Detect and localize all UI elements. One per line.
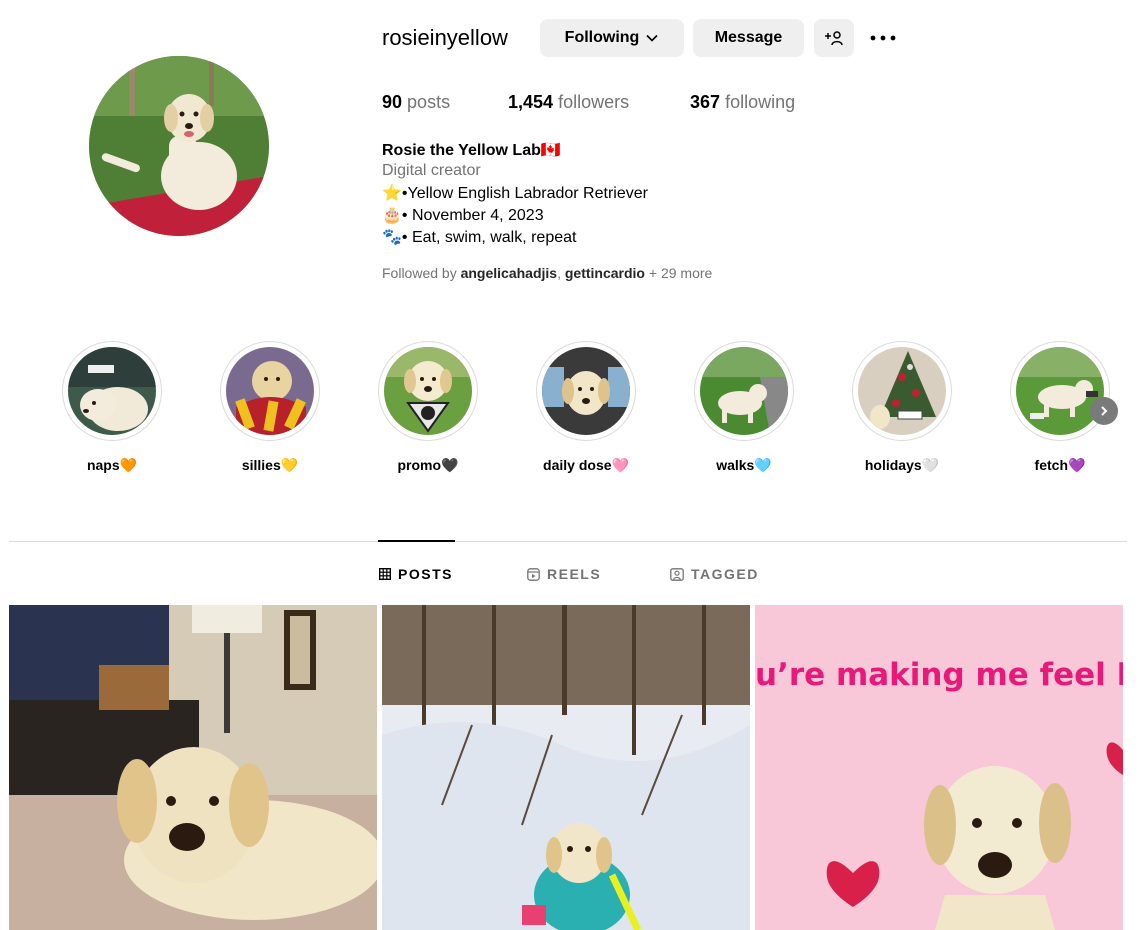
highlight-label: walks🩵 <box>716 457 772 473</box>
highlight-label: daily dose🩷 <box>543 457 629 473</box>
highlight-sillies[interactable]: sillies💛 <box>220 341 320 474</box>
bio-line: ⭐️•Yellow English Labrador Retriever <box>382 185 648 202</box>
post-thumbnail[interactable] <box>9 605 377 930</box>
tab-posts-label: POSTS <box>398 566 453 582</box>
following-button-label: Following <box>564 29 640 46</box>
post-caption-overlay: u’re making me feel Ros <box>755 657 1123 693</box>
posts-count: 90 <box>382 92 403 112</box>
post-image <box>9 605 377 930</box>
following-label: following <box>725 92 796 112</box>
followers-stat[interactable]: 1,454 followers <box>508 92 629 113</box>
highlight-cover <box>1016 347 1104 435</box>
tab-tagged[interactable]: TAGGED <box>670 566 759 582</box>
followed-by-text[interactable]: Followed by angelicahadjis, gettincardio… <box>382 265 712 281</box>
post-image <box>382 605 750 930</box>
post-image <box>755 605 1123 930</box>
highlight-label: fetch💜 <box>1034 457 1086 473</box>
avatar-photo <box>89 56 269 236</box>
highlight-ring <box>1010 341 1110 441</box>
posts-count-stat: 90 posts <box>382 92 450 113</box>
message-button-label: Message <box>714 29 783 46</box>
post-thumbnail[interactable]: u’re making me feel Ros <box>755 605 1123 930</box>
highlight-label: naps🧡 <box>86 457 138 473</box>
highlight-promo[interactable]: promo🖤 <box>378 341 478 474</box>
posts-label: posts <box>407 92 451 112</box>
chevron-right-icon <box>1101 406 1108 416</box>
highlight-cover <box>226 347 314 435</box>
highlight-holidays[interactable]: holidays🤍 <box>852 341 952 474</box>
following-count: 367 <box>690 92 721 112</box>
username: rosieinyellow <box>382 25 508 50</box>
highlight-daily-dose[interactable]: daily dose🩷 <box>536 341 636 474</box>
suggest-users-button[interactable] <box>814 19 854 57</box>
highlight-cover <box>68 347 156 435</box>
highlight-ring <box>378 341 478 441</box>
profile-display-name: Rosie the Yellow Lab🇨🇦 <box>382 142 561 159</box>
chevron-down-icon <box>646 34 658 42</box>
followed-by-separator: , <box>557 265 565 281</box>
profile-category: Digital creator <box>382 162 481 179</box>
more-dots-icon <box>870 35 896 41</box>
highlight-ring <box>536 341 636 441</box>
add-user-icon <box>825 31 843 46</box>
tab-reels-label: REELS <box>547 566 602 582</box>
highlight-cover <box>384 347 472 435</box>
highlight-cover <box>700 347 788 435</box>
highlight-cover <box>858 347 946 435</box>
grid-icon <box>379 568 391 580</box>
tab-reels[interactable]: REELS <box>527 566 601 582</box>
tab-posts[interactable]: POSTS <box>379 566 453 582</box>
highlight-label: sillies💛 <box>241 457 299 473</box>
followed-by-prefix: Followed by <box>382 265 461 281</box>
followers-label: followers <box>558 92 630 112</box>
highlight-ring <box>852 341 952 441</box>
active-tab-indicator <box>378 540 455 542</box>
post-thumbnail[interactable] <box>382 605 750 930</box>
highlight-naps[interactable]: naps🧡 <box>62 341 162 474</box>
reels-icon <box>527 567 540 581</box>
message-button[interactable]: Message <box>693 19 804 57</box>
followers-count: 1,454 <box>508 92 554 112</box>
following-button[interactable]: Following <box>540 19 684 57</box>
highlight-cover <box>542 347 630 435</box>
bio-line: 🎂• November 4, 2023 <box>382 207 544 224</box>
tagged-icon <box>670 567 684 581</box>
followed-by-user[interactable]: angelicahadjis <box>461 265 557 281</box>
more-options-button[interactable] <box>867 28 899 48</box>
bio-line: 🐾• Eat, swim, walk, repeat <box>382 229 577 246</box>
highlight-label: holidays🤍 <box>864 457 940 473</box>
profile-avatar[interactable] <box>89 56 269 236</box>
highlight-walks[interactable]: walks🩵 <box>694 341 794 474</box>
followed-by-more: + 29 more <box>644 265 713 281</box>
tab-tagged-label: TAGGED <box>691 566 759 582</box>
following-stat[interactable]: 367 following <box>690 92 795 113</box>
highlight-ring <box>62 341 162 441</box>
highlight-label: promo🖤 <box>397 457 459 473</box>
highlight-ring <box>220 341 320 441</box>
highlight-ring <box>694 341 794 441</box>
highlights-next-button[interactable] <box>1090 397 1118 425</box>
followed-by-user[interactable]: gettincardio <box>565 265 645 281</box>
tabs-divider <box>9 541 1127 542</box>
